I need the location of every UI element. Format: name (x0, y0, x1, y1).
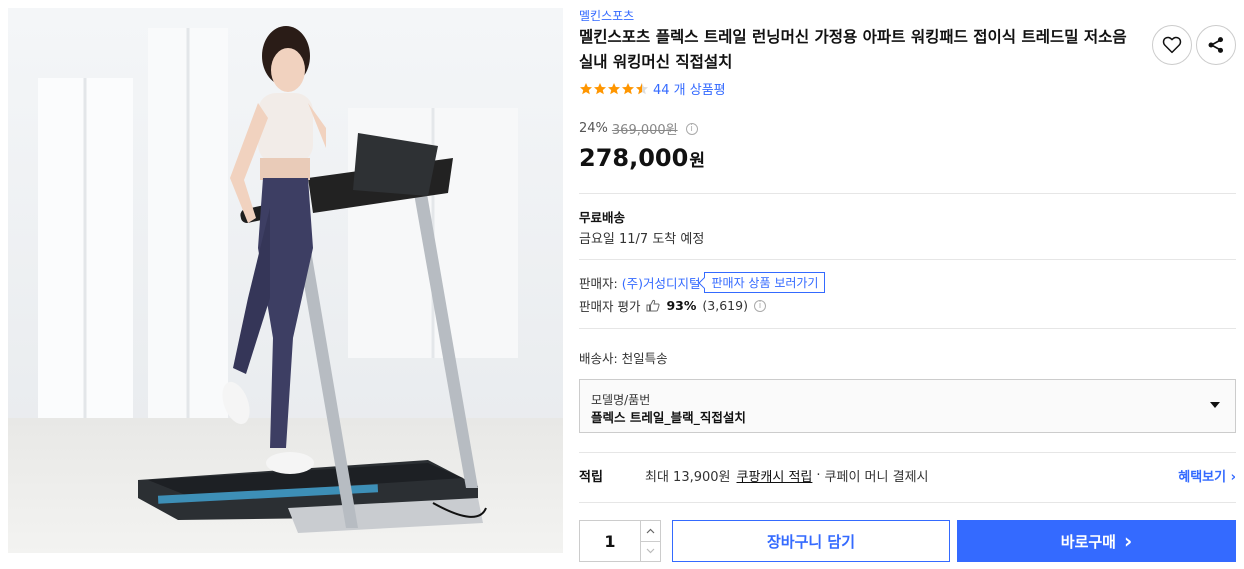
discount-row: 24% 369,000원 i (579, 119, 698, 138)
caret-down-icon (1210, 402, 1220, 408)
shipping-title: 무료배송 (579, 210, 626, 225)
star-rating-icon (580, 82, 648, 94)
treadmill-illustration (8, 8, 563, 553)
seller-rating-count: (3,619) (702, 298, 748, 313)
product-image[interactable] (8, 8, 563, 553)
reward-label: 적립 (579, 470, 603, 485)
option-label: 모델명/품번 (591, 393, 651, 407)
divider (579, 193, 1236, 194)
seller-row: 판매자: (주)거성디지털 판매자 상품 보러가기 (579, 272, 826, 293)
wishlist-button[interactable] (1152, 25, 1192, 65)
brand-link[interactable]: 멜킨스포츠 (579, 7, 634, 24)
quantity-decrease-button[interactable] (641, 542, 660, 562)
product-title: 멜킨스포츠 플렉스 트레일 런닝머신 가정용 아파트 워킹패드 접이식 트레드밀… (579, 28, 1127, 71)
chevron-right-icon: › (1123, 529, 1133, 553)
option-selected-value: 플렉스 트레일_블랙_직접설치 (591, 410, 746, 425)
chevron-down-icon (646, 548, 655, 554)
product-rating[interactable]: 44 개 상품평 (579, 79, 726, 98)
sale-price: 278,000 원 (579, 144, 705, 172)
reward-amount: 최대 13,900원 (645, 470, 731, 485)
quantity-stepper (579, 520, 661, 562)
quantity-input[interactable] (580, 521, 640, 561)
reward-condition: 쿠페이 머니 결제시 (824, 470, 929, 485)
arrival-date: 금요일 11/7 도착 예정 (579, 232, 705, 247)
price-unit: 원 (689, 151, 705, 171)
coupang-cash-link[interactable]: 쿠팡캐시 적립 (737, 466, 813, 485)
original-price: 369,000원 (611, 123, 678, 138)
add-to-cart-button[interactable]: 장바구니 담기 (672, 520, 950, 562)
option-select[interactable]: 모델명/품번 플렉스 트레일_블랙_직접설치 (579, 379, 1236, 433)
divider (579, 452, 1236, 453)
divider (579, 502, 1236, 503)
product-info-panel: 멜킨스포츠 멜킨스포츠 플렉스 트레일 런닝머신 가정용 아파트 워킹패드 접이… (579, 0, 1236, 569)
review-count-link[interactable]: 44 개 상품평 (653, 79, 726, 98)
courier-info: 배송사: 천일특송 (579, 351, 668, 366)
info-icon[interactable]: i (753, 299, 766, 312)
seller-rating-label: 판매자 평가 (579, 299, 641, 314)
rating-stars (579, 82, 649, 96)
buy-now-label: 바로구매 (1060, 532, 1116, 551)
divider (579, 328, 1236, 329)
seller-name-link[interactable]: (주)거성디지털 (622, 273, 701, 292)
share-icon (1208, 37, 1224, 53)
thumbs-up-icon (646, 299, 661, 312)
seller-products-button[interactable]: 판매자 상품 보러가기 (704, 272, 826, 293)
share-button[interactable] (1196, 25, 1236, 65)
seller-rating-percent: 93% (666, 298, 697, 313)
info-icon[interactable]: i (685, 122, 698, 135)
benefits-link[interactable]: 혜택보기 › (1178, 466, 1236, 485)
divider (579, 259, 1236, 260)
heart-icon (1162, 36, 1182, 54)
seller-rating-row: 판매자 평가 93% (3,619) i (579, 296, 766, 315)
seller-label: 판매자: (579, 276, 618, 291)
quantity-increase-button[interactable] (641, 521, 660, 542)
chevron-up-icon (646, 528, 655, 534)
price-value: 278,000 (579, 144, 689, 172)
discount-rate: 24% (579, 121, 608, 136)
separator-dot: · (816, 468, 821, 483)
buy-now-button[interactable]: 바로구매 › (957, 520, 1236, 562)
quantity-step-buttons (640, 521, 660, 561)
reward-row: 적립 최대 13,900원 쿠팡캐시 적립 · 쿠페이 머니 결제시 혜택보기 … (579, 466, 1236, 485)
